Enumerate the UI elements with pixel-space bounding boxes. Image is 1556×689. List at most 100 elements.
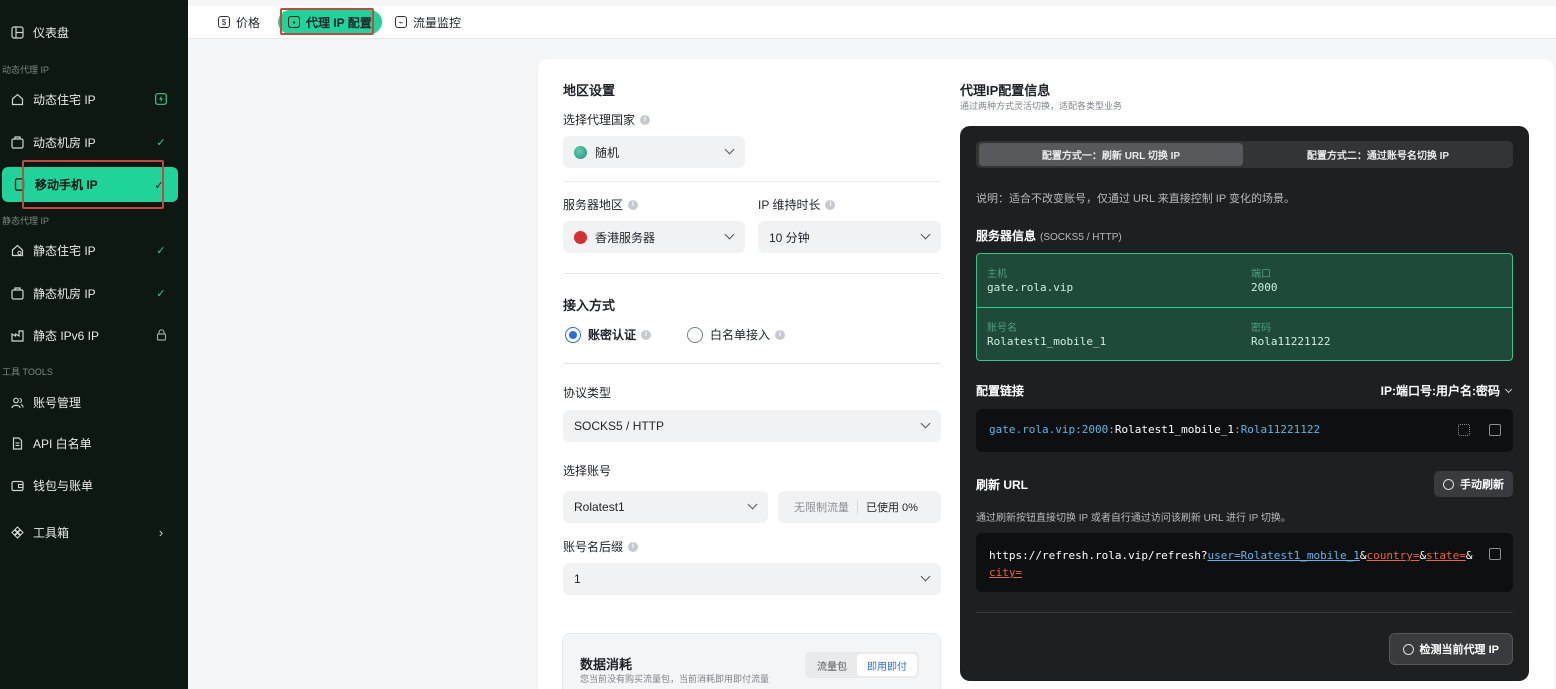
radio-whitelist[interactable]: 白名单接入 i [687,326,786,343]
divider [563,273,941,274]
button-label: 手动刷新 [1460,479,1504,491]
manual-refresh-button[interactable]: 手动刷新 [1434,471,1513,497]
wallet-icon [10,478,24,492]
url-country-param: country= [1366,549,1420,562]
info-icon[interactable]: i [640,114,651,125]
chevron-down-icon [1504,385,1513,393]
server-info-protocol: (SOCKS5 / HTTP) [1040,232,1122,243]
sidebar-item-account-management[interactable]: 账号管理 [0,384,188,420]
url-base: https://refresh.rola.vip/refresh? [989,549,1208,562]
sidebar-item-dynamic-residential[interactable]: 动态住宅 IP [0,81,188,117]
region-settings-title: 地区设置 [563,83,616,98]
server-icon [10,135,24,149]
account-select[interactable]: Rolatest1 [563,491,768,523]
mode-switch: 配置方式一：刷新 URL 切换 IP 配置方式二：通过账号名切换 IP [976,141,1513,168]
duration-value: 10 分钟 [769,230,810,245]
sidebar-item-label: 账号管理 [33,395,82,410]
usage-limit: 无限制流量 [794,502,849,514]
dollar-icon: $ [218,16,230,28]
server-select[interactable]: 香港服务器 [563,221,745,253]
radio-dot [687,326,703,343]
copy-icon[interactable] [1489,548,1501,560]
server-icon [10,286,24,300]
server-info-box: 主机 gate.rola.vip 端口 2000 账号名 Rolatest1_m… [976,253,1513,361]
tab-proxy-config[interactable]: ▪ 代理 IP 配置 [278,10,382,34]
info-icon[interactable]: i [628,541,639,552]
tab-traffic-monitor[interactable]: ⌁ 流量监控 [395,10,461,34]
sidebar-item-static-datacenter[interactable]: 静态机房 IP ✓ [0,275,188,311]
protocol-value: SOCKS5 / HTTP [574,419,665,433]
sidebar-item-wallet[interactable]: 钱包与账单 [0,467,188,503]
password-label: 密码 [1251,323,1271,334]
qrcode-icon[interactable] [1458,424,1470,436]
duration-select[interactable]: 10 分钟 [758,221,941,253]
info-icon[interactable]: i [628,199,639,210]
protocol-select[interactable]: SOCKS5 / HTTP [563,410,941,442]
divider [563,181,941,182]
tab-price[interactable]: $ 价格 [218,10,260,34]
users-icon [10,395,24,409]
refresh-description: 通过刷新按钮直接切换 IP 或者自行通过访问该刷新 URL 进行 IP 切换。 [976,513,1291,524]
sidebar-item-api-whitelist[interactable]: API 白名单 [0,425,188,461]
sidebar-item-dynamic-datacenter[interactable]: 动态机房 IP ✓ [0,124,188,160]
sidebar: 仪表盘 动态代理 IP 动态住宅 IP 动态机房 IP ✓ 移动手机 IP ✓ … [0,0,188,689]
info-icon[interactable]: i [775,329,786,340]
config-link-text[interactable]: gate.rola.vip:2000:Rolatest1_mobile_1:Ro… [989,423,1320,436]
sidebar-item-mobile[interactable]: 移动手机 IP ✓ [2,167,178,202]
sidebar-item-dashboard[interactable]: 仪表盘 [0,14,188,50]
chevron-down-icon [920,229,931,240]
country-value: 随机 [595,145,620,160]
check-icon: ✓ [156,287,166,300]
link-password: Rola11221122 [1240,423,1321,436]
country-label: 选择代理国家 i [563,111,651,128]
link-format-dropdown[interactable]: IP:端口号:用户名:密码 [1381,382,1513,399]
button-label: 检测当前代理 IP [1419,644,1499,656]
info-icon[interactable]: i [641,329,652,340]
config-info-panel: 配置方式一：刷新 URL 切换 IP 配置方式二：通过账号名切换 IP 说明：适… [960,126,1529,681]
sidebar-item-label: 钱包与账单 [33,478,94,493]
check-proxy-ip-button[interactable]: 检测当前代理 IP [1388,633,1513,665]
refresh-icon [1443,478,1454,490]
server-info-heading: 服务器信息 (SOCKS5 / HTTP) [976,227,1122,244]
suffix-label: 账号名后缀 i [563,538,639,555]
billing-segmented-control: 流量包 即用即付 [805,652,919,678]
radio-password-auth[interactable]: 账密认证 i [565,326,652,343]
sidebar-item-static-ipv6[interactable]: 静态 IPv6 IP [0,317,188,353]
sidebar-item-static-residential[interactable]: 静态住宅 IP ✓ [0,232,188,268]
info-icon[interactable]: i [825,199,836,210]
server-label-text: 服务器地区 [563,198,624,212]
mode-account-name[interactable]: 配置方式二：通过账号名切换 IP [1246,143,1510,166]
sidebar-section-static: 静态代理 IP [2,216,50,226]
phone-icon [12,178,26,192]
tab-label: 价格 [236,15,261,30]
config-info-subtitle: 通过两种方式灵活切换，适配各类型业务 [960,101,1123,111]
config-link-title: 配置链接 [976,384,1025,398]
duration-label: IP 维持时长 i [758,196,836,213]
sidebar-item-toolbox[interactable]: 工具箱 › [0,514,188,550]
account-value: Rolatest1 [574,500,625,514]
copy-icon[interactable] [1489,424,1501,436]
divider [563,363,941,364]
sidebar-item-label: 移动手机 IP [35,178,98,192]
data-consumption-card: 数据消耗 您当前没有购买流量包，当前消耗即用即付流量 流量包 即用即付 [562,633,941,689]
account-usage: 无限制流量 已使用 0% [778,491,941,523]
suffix-select[interactable]: 1 [563,563,941,595]
sidebar-item-label: 静态机房 IP [33,286,96,301]
server-info-title: 服务器信息 [976,229,1037,243]
config-icon: ▪ [288,16,300,28]
country-select[interactable]: 随机 [563,136,745,168]
segment-pay-as-you-go[interactable]: 即用即付 [857,654,917,676]
account-label: 选择账号 [563,464,612,478]
mode-description: 说明：适合不改变账号，仅通过 URL 来直接控制 IP 变化的场景。 [976,193,1296,205]
username-value: Rolatest1_mobile_1 [987,335,1107,348]
mode-refresh-url[interactable]: 配置方式一：刷新 URL 切换 IP [979,143,1243,166]
tab-label: 流量监控 [413,15,462,30]
refresh-url-text[interactable]: https://refresh.rola.vip/refresh?user=Ro… [989,547,1479,581]
consumption-subtitle: 您当前没有购买流量包，当前消耗即用即付流量 [580,674,770,684]
segment-package[interactable]: 流量包 [807,654,857,676]
suffix-value: 1 [574,572,581,586]
link-host-port: gate.rola.vip:2000: [989,423,1115,436]
separator [857,500,858,514]
divider [976,612,1513,613]
home-search-icon [10,243,24,257]
